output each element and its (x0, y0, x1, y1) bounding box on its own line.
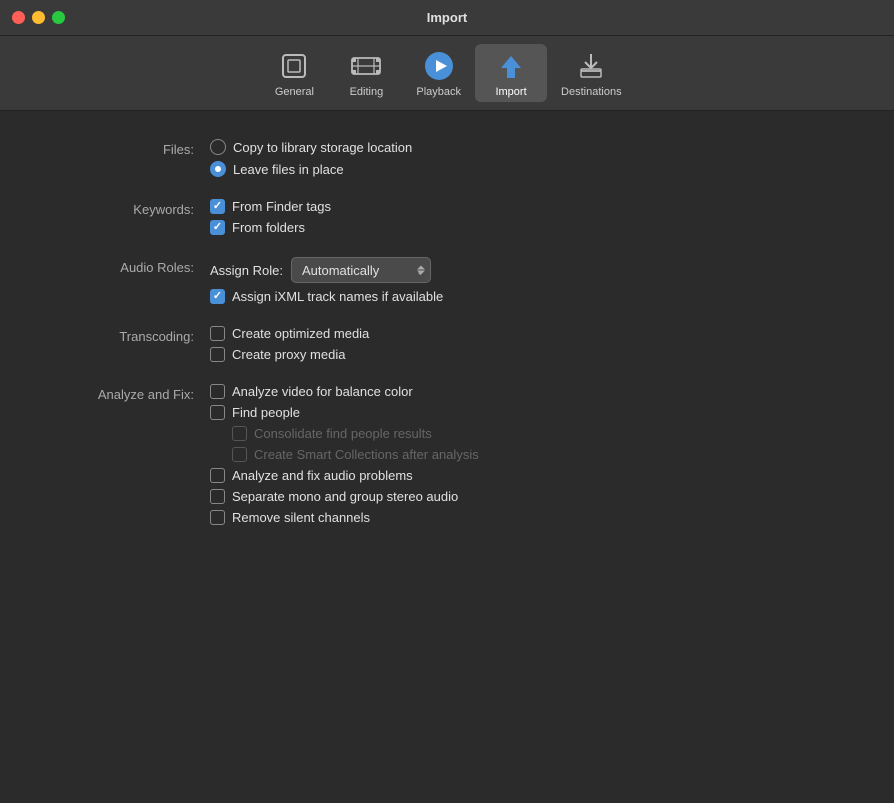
radio-leave-label: Leave files in place (233, 162, 344, 177)
transcoding-label: Transcoding: (40, 326, 210, 347)
destinations-icon (573, 48, 609, 84)
content-area: Files: Copy to library storage location … (0, 111, 894, 803)
toolbar-item-import[interactable]: Import (475, 44, 547, 102)
checkbox-row-finder-tags[interactable]: From Finder tags (210, 199, 331, 214)
checkbox-proxy[interactable] (210, 347, 225, 362)
toolbar-item-playback[interactable]: Playback (402, 44, 475, 102)
transcoding-section: Transcoding: Create optimized media Crea… (40, 326, 854, 362)
toolbar-item-destinations[interactable]: Destinations (547, 44, 636, 102)
window-title: Import (427, 10, 467, 25)
checkbox-row-ixml[interactable]: Assign iXML track names if available (210, 289, 443, 304)
audio-roles-section: Audio Roles: Assign Role: Automatically … (40, 257, 854, 304)
checkbox-row-analyze-video[interactable]: Analyze video for balance color (210, 384, 479, 399)
close-button[interactable] (12, 11, 25, 24)
checkbox-row-from-folders[interactable]: From folders (210, 220, 331, 235)
checkbox-smart-collections-label: Create Smart Collections after analysis (254, 447, 479, 462)
checkbox-separate-mono-label: Separate mono and group stereo audio (232, 489, 458, 504)
title-bar: Import (0, 0, 894, 36)
checkbox-remove-silent-label: Remove silent channels (232, 510, 370, 525)
analyze-fix-options: Analyze video for balance color Find peo… (210, 384, 479, 525)
checkbox-consolidate (232, 426, 247, 441)
keywords-options: From Finder tags From folders (210, 199, 331, 235)
checkbox-optimized[interactable] (210, 326, 225, 341)
files-section: Files: Copy to library storage location … (40, 139, 854, 177)
transcoding-options: Create optimized media Create proxy medi… (210, 326, 369, 362)
checkbox-finder-tags-label: From Finder tags (232, 199, 331, 214)
checkbox-find-people[interactable] (210, 405, 225, 420)
radio-leave[interactable] (210, 161, 226, 177)
keywords-label: Keywords: (40, 199, 210, 220)
checkbox-row-smart-collections: Create Smart Collections after analysis (232, 447, 479, 462)
playback-label: Playback (416, 86, 461, 98)
editing-icon (348, 48, 384, 84)
checkbox-from-folders[interactable] (210, 220, 225, 235)
audio-roles-content: Assign Role: Automatically Dialogue Musi… (210, 257, 443, 304)
toolbar: General Editing Playback (0, 36, 894, 111)
toolbar-item-editing[interactable]: Editing (330, 44, 402, 102)
checkbox-proxy-label: Create proxy media (232, 347, 345, 362)
toolbar-item-general[interactable]: General (258, 44, 330, 102)
assign-role-row: Assign Role: Automatically Dialogue Musi… (210, 257, 443, 283)
general-icon (276, 48, 312, 84)
destinations-label: Destinations (561, 86, 622, 98)
files-label: Files: (40, 139, 210, 160)
audio-role-dropdown[interactable]: Automatically Dialogue Music Effects (291, 257, 431, 283)
radio-copy-label: Copy to library storage location (233, 140, 412, 155)
analyze-fix-label: Analyze and Fix: (40, 384, 210, 405)
window-controls (12, 11, 65, 24)
checkbox-separate-mono[interactable] (210, 489, 225, 504)
editing-label: Editing (350, 86, 384, 98)
analyze-fix-section: Analyze and Fix: Analyze video for balan… (40, 384, 854, 525)
radio-copy[interactable] (210, 139, 226, 155)
checkbox-row-consolidate: Consolidate find people results (232, 426, 479, 441)
radio-row-leave[interactable]: Leave files in place (210, 161, 412, 177)
assign-role-label: Assign Role: (210, 263, 283, 278)
checkbox-row-remove-silent[interactable]: Remove silent channels (210, 510, 479, 525)
checkbox-ixml-label: Assign iXML track names if available (232, 289, 443, 304)
checkbox-finder-tags[interactable] (210, 199, 225, 214)
import-icon (493, 48, 529, 84)
checkbox-analyze-video[interactable] (210, 384, 225, 399)
general-label: General (275, 86, 314, 98)
checkbox-remove-silent[interactable] (210, 510, 225, 525)
checkbox-row-separate-mono[interactable]: Separate mono and group stereo audio (210, 489, 479, 504)
checkbox-analyze-video-label: Analyze video for balance color (232, 384, 413, 399)
import-label: Import (495, 86, 526, 98)
checkbox-optimized-label: Create optimized media (232, 326, 369, 341)
checkbox-row-audio-problems[interactable]: Analyze and fix audio problems (210, 468, 479, 483)
keywords-section: Keywords: From Finder tags From folders (40, 199, 854, 235)
files-options: Copy to library storage location Leave f… (210, 139, 412, 177)
audio-roles-label: Audio Roles: (40, 257, 210, 278)
minimize-button[interactable] (32, 11, 45, 24)
radio-row-copy[interactable]: Copy to library storage location (210, 139, 412, 155)
checkbox-row-proxy[interactable]: Create proxy media (210, 347, 369, 362)
playback-icon (421, 48, 457, 84)
checkbox-audio-problems[interactable] (210, 468, 225, 483)
checkbox-from-folders-label: From folders (232, 220, 305, 235)
checkbox-audio-problems-label: Analyze and fix audio problems (232, 468, 413, 483)
checkbox-ixml[interactable] (210, 289, 225, 304)
checkbox-row-find-people[interactable]: Find people (210, 405, 479, 420)
checkbox-find-people-label: Find people (232, 405, 300, 420)
maximize-button[interactable] (52, 11, 65, 24)
dropdown-wrap: Automatically Dialogue Music Effects (291, 257, 431, 283)
checkbox-consolidate-label: Consolidate find people results (254, 426, 432, 441)
checkbox-row-optimized[interactable]: Create optimized media (210, 326, 369, 341)
checkbox-smart-collections (232, 447, 247, 462)
